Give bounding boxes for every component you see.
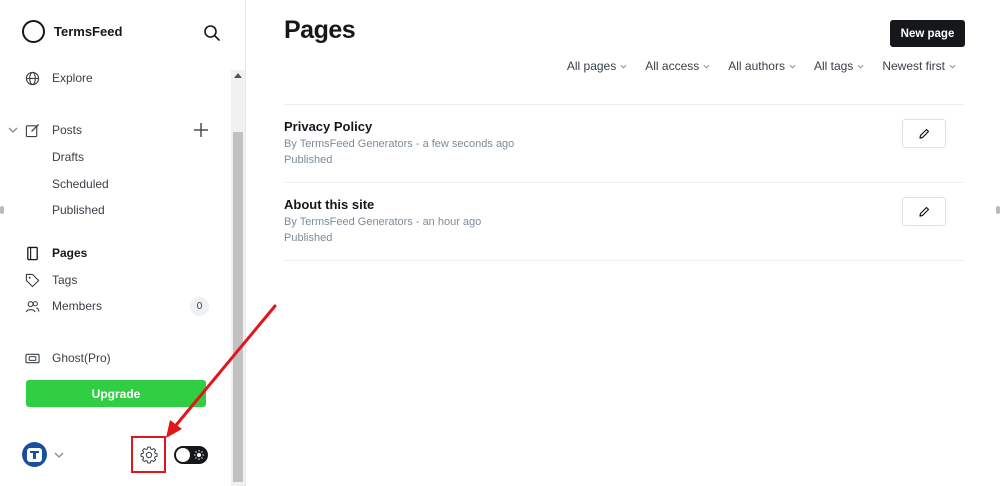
sun-icon bbox=[194, 450, 204, 460]
ghost-pro-icon bbox=[24, 350, 40, 366]
sidebar-scrollbar[interactable] bbox=[231, 70, 245, 486]
filter-tags[interactable]: All tags bbox=[814, 59, 864, 73]
sidebar-item-explore[interactable]: Explore bbox=[24, 69, 93, 87]
page-item-meta: By TermsFeed Generators - a few seconds … bbox=[284, 138, 515, 150]
pages-list: Privacy Policy By TermsFeed Generators -… bbox=[284, 104, 964, 261]
filter-sort[interactable]: Newest first bbox=[882, 59, 956, 73]
sidebar-item-label: Explore bbox=[52, 71, 93, 85]
add-post-icon[interactable] bbox=[193, 122, 209, 138]
filter-label: All access bbox=[645, 59, 700, 73]
sidebar-item-members[interactable]: Members bbox=[24, 297, 102, 315]
page-item-title[interactable]: Privacy Policy bbox=[284, 119, 372, 134]
brand[interactable]: TermsFeed bbox=[22, 20, 122, 43]
brand-name: TermsFeed bbox=[54, 24, 123, 39]
sidebar-item-posts[interactable]: Posts bbox=[24, 121, 82, 139]
filter-label: Newest first bbox=[882, 59, 945, 73]
pencil-icon bbox=[919, 206, 930, 217]
sidebar-item-label: Pages bbox=[52, 246, 88, 260]
edge-handle-right bbox=[996, 206, 1000, 214]
list-item[interactable]: About this site By TermsFeed Generators … bbox=[284, 183, 964, 261]
tag-icon bbox=[24, 272, 40, 288]
edit-page-button[interactable] bbox=[902, 119, 946, 148]
scroll-up-arrow-icon[interactable] bbox=[234, 73, 242, 78]
filter-label: All pages bbox=[566, 59, 617, 73]
sidebar-item-ghost-pro[interactable]: Ghost(Pro) bbox=[24, 349, 111, 367]
page-item-title[interactable]: About this site bbox=[284, 197, 374, 212]
new-page-button[interactable]: New page bbox=[890, 20, 965, 47]
page-item-status: Published bbox=[284, 154, 333, 166]
sidebar-item-scheduled[interactable]: Scheduled bbox=[52, 177, 109, 191]
sidebar-item-published[interactable]: Published bbox=[52, 203, 105, 217]
filter-access[interactable]: All access bbox=[645, 59, 710, 73]
sidebar-item-label: Ghost(Pro) bbox=[52, 351, 111, 365]
filter-label: All authors bbox=[728, 59, 785, 73]
edit-post-icon bbox=[24, 122, 40, 138]
sidebar: TermsFeed Explore Posts Drafts Scheduled bbox=[0, 0, 246, 486]
list-item[interactable]: Privacy Policy By TermsFeed Generators -… bbox=[284, 105, 964, 183]
chevron-down-icon bbox=[949, 64, 956, 68]
settings-highlight-box bbox=[131, 436, 166, 473]
chevron-down-icon[interactable] bbox=[54, 451, 64, 459]
upgrade-button[interactable]: Upgrade bbox=[26, 380, 206, 407]
toggle-knob bbox=[176, 448, 190, 462]
sidebar-item-pages[interactable]: Pages bbox=[24, 244, 87, 262]
page-title: Pages bbox=[284, 16, 356, 44]
chevron-down-icon bbox=[857, 64, 864, 68]
members-icon bbox=[24, 298, 40, 314]
chevron-down-icon bbox=[703, 64, 710, 68]
sidebar-item-label: Posts bbox=[52, 123, 83, 137]
chevron-down-icon bbox=[789, 64, 796, 68]
filter-label: All tags bbox=[813, 59, 854, 73]
page-item-meta: By TermsFeed Generators - an hour ago bbox=[284, 216, 482, 228]
members-count-badge: 0 bbox=[190, 297, 209, 316]
sidebar-item-tags[interactable]: Tags bbox=[24, 271, 77, 289]
filter-bar: All pages All access All authors All tag… bbox=[567, 59, 956, 73]
edge-handle-left bbox=[0, 206, 4, 214]
filter-authors[interactable]: All authors bbox=[728, 59, 796, 73]
dark-mode-toggle[interactable] bbox=[174, 446, 208, 464]
avatar-logo-icon bbox=[27, 447, 42, 462]
page-icon bbox=[24, 245, 40, 261]
edit-page-button[interactable] bbox=[902, 197, 946, 226]
pencil-icon bbox=[919, 128, 930, 139]
search-icon[interactable] bbox=[203, 24, 221, 42]
chevron-down-icon[interactable] bbox=[8, 125, 18, 135]
brand-logo-icon bbox=[22, 20, 45, 43]
chevron-down-icon bbox=[620, 64, 627, 68]
sidebar-item-label: Members bbox=[52, 299, 103, 313]
page-item-status: Published bbox=[284, 232, 333, 244]
sidebar-item-label: Tags bbox=[52, 273, 78, 287]
filter-pages-type[interactable]: All pages bbox=[567, 59, 627, 73]
sidebar-item-drafts[interactable]: Drafts bbox=[52, 150, 84, 164]
avatar[interactable] bbox=[22, 442, 47, 467]
globe-icon bbox=[24, 70, 40, 86]
scroll-thumb[interactable] bbox=[233, 132, 243, 482]
app-window: TermsFeed Explore Posts Drafts Scheduled bbox=[0, 0, 1000, 486]
